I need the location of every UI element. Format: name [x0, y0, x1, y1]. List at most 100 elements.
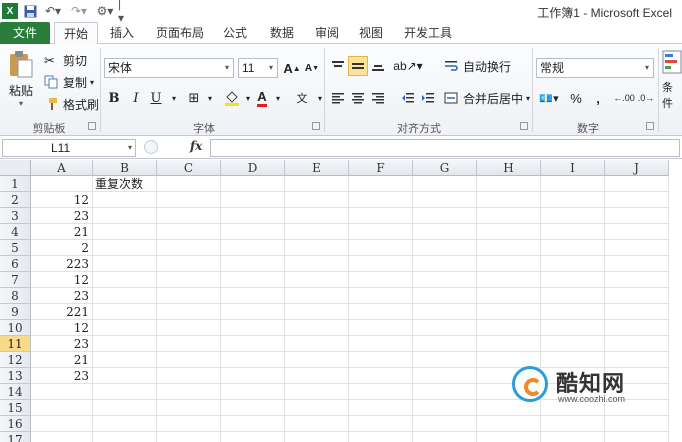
cell-d11[interactable]	[221, 336, 285, 352]
cell-a17[interactable]	[31, 432, 93, 442]
cell-i3[interactable]	[541, 208, 605, 224]
cell-a11[interactable]: 23	[31, 336, 93, 352]
row-header-3[interactable]: 3	[0, 208, 31, 224]
cell-h8[interactable]	[477, 288, 541, 304]
cell-i5[interactable]	[541, 240, 605, 256]
cell-h4[interactable]	[477, 224, 541, 240]
cell-f4[interactable]	[349, 224, 413, 240]
cell-d15[interactable]	[221, 400, 285, 416]
cell-a5[interactable]: 2	[31, 240, 93, 256]
cell-g15[interactable]	[413, 400, 477, 416]
cell-b14[interactable]	[93, 384, 157, 400]
cell-f10[interactable]	[349, 320, 413, 336]
cell-e11[interactable]	[285, 336, 349, 352]
cell-h16[interactable]	[477, 416, 541, 432]
accounting-format-button[interactable]: 💶▾	[536, 88, 562, 108]
row-header-6[interactable]: 6	[0, 256, 31, 272]
row-header-12[interactable]: 12	[0, 352, 31, 368]
cell-d4[interactable]	[221, 224, 285, 240]
cell-e4[interactable]	[285, 224, 349, 240]
cell-h11[interactable]	[477, 336, 541, 352]
row-header-15[interactable]: 15	[0, 400, 31, 416]
insert-function-button[interactable]: fx	[190, 139, 202, 153]
paste-dropdown-icon[interactable]: ▾	[19, 99, 23, 108]
cell-b15[interactable]	[93, 400, 157, 416]
cell-g11[interactable]	[413, 336, 477, 352]
cell-d5[interactable]	[221, 240, 285, 256]
cell-d12[interactable]	[221, 352, 285, 368]
cell-e1[interactable]	[285, 176, 349, 192]
cell-e3[interactable]	[285, 208, 349, 224]
formula-bar-expand-icon[interactable]	[144, 140, 158, 154]
number-format-dropdown-icon[interactable]: ▾	[641, 59, 653, 77]
cell-h10[interactable]	[477, 320, 541, 336]
cell-h1[interactable]	[477, 176, 541, 192]
cell-d1[interactable]	[221, 176, 285, 192]
cell-b12[interactable]	[93, 352, 157, 368]
copy-button[interactable]: 复制 ▾	[44, 74, 94, 91]
cell-a6[interactable]: 223	[31, 256, 93, 272]
cell-f9[interactable]	[349, 304, 413, 320]
cell-f12[interactable]	[349, 352, 413, 368]
phonetic-dropdown-icon[interactable]: ▾	[310, 88, 330, 108]
cell-g16[interactable]	[413, 416, 477, 432]
formula-input[interactable]	[210, 139, 680, 157]
cell-b6[interactable]	[93, 256, 157, 272]
font-size-dropdown-icon[interactable]: ▾	[265, 59, 277, 77]
copy-dropdown-icon[interactable]: ▾	[90, 78, 94, 87]
font-size-select[interactable]: 11 ▾	[238, 58, 278, 78]
cell-c6[interactable]	[157, 256, 221, 272]
row-header-17[interactable]: 17	[0, 432, 31, 442]
orientation-button[interactable]: ab↗▾	[393, 56, 422, 76]
cell-f17[interactable]	[349, 432, 413, 442]
cell-b11[interactable]	[93, 336, 157, 352]
cell-b8[interactable]	[93, 288, 157, 304]
align-bottom-button[interactable]	[368, 56, 388, 76]
cell-b3[interactable]	[93, 208, 157, 224]
cell-c5[interactable]	[157, 240, 221, 256]
save-icon[interactable]	[22, 3, 38, 19]
row-header-2[interactable]: 2	[0, 192, 31, 208]
cell-i11[interactable]	[541, 336, 605, 352]
column-header-b[interactable]: B	[93, 160, 157, 176]
cell-j6[interactable]	[605, 256, 669, 272]
row-header-10[interactable]: 10	[0, 320, 31, 336]
cell-a14[interactable]	[31, 384, 93, 400]
redo-icon[interactable]: ↷▾	[68, 3, 90, 19]
cell-c10[interactable]	[157, 320, 221, 336]
percent-button[interactable]: %	[566, 88, 586, 108]
conditional-formatting-button[interactable]: 条件	[662, 50, 682, 111]
cell-a1[interactable]	[31, 176, 93, 192]
row-header-7[interactable]: 7	[0, 272, 31, 288]
cell-c11[interactable]	[157, 336, 221, 352]
cell-e2[interactable]	[285, 192, 349, 208]
cell-i10[interactable]	[541, 320, 605, 336]
cell-b10[interactable]	[93, 320, 157, 336]
cell-b17[interactable]	[93, 432, 157, 442]
underline-dropdown-icon[interactable]: ▾	[164, 88, 184, 108]
customize-icon[interactable]: ⚙▾	[94, 3, 116, 19]
increase-indent-button[interactable]	[418, 88, 438, 108]
row-header-16[interactable]: 16	[0, 416, 31, 432]
bold-button[interactable]: B	[104, 88, 124, 108]
cell-f1[interactable]	[349, 176, 413, 192]
cell-f15[interactable]	[349, 400, 413, 416]
clipboard-launcher-icon[interactable]	[88, 122, 96, 130]
cell-g3[interactable]	[413, 208, 477, 224]
tab-page-layout[interactable]: 页面布局	[150, 22, 210, 44]
italic-button[interactable]: I	[126, 88, 146, 108]
column-header-f[interactable]: F	[349, 160, 413, 176]
tab-home[interactable]: 开始	[54, 22, 98, 45]
alignment-launcher-icon[interactable]	[520, 122, 528, 130]
number-launcher-icon[interactable]	[646, 122, 654, 130]
cell-c17[interactable]	[157, 432, 221, 442]
decrease-indent-button[interactable]	[398, 88, 418, 108]
row-header-4[interactable]: 4	[0, 224, 31, 240]
tab-data[interactable]: 数据	[264, 22, 300, 44]
cell-h7[interactable]	[477, 272, 541, 288]
cell-e14[interactable]	[285, 384, 349, 400]
decrease-decimal-button[interactable]: .0→	[636, 88, 656, 108]
select-all-corner[interactable]	[0, 160, 31, 176]
cell-j11[interactable]	[605, 336, 669, 352]
cell-j17[interactable]	[605, 432, 669, 442]
